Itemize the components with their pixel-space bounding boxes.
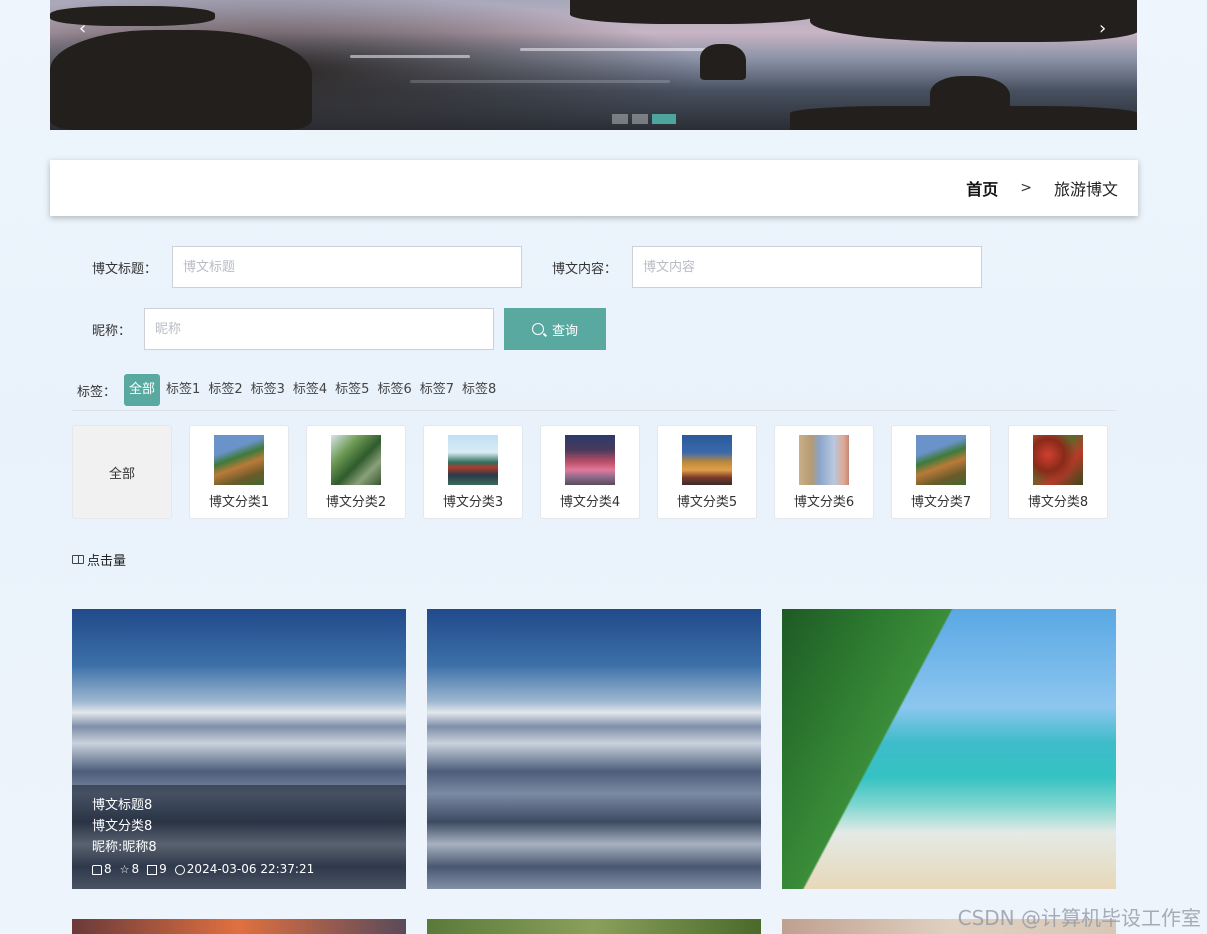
content-label: 博文内容： — [552, 262, 618, 277]
category-item[interactable]: 博文分类2 — [306, 425, 406, 519]
category-thumbnail — [799, 434, 849, 485]
clock-icon — [174, 864, 185, 875]
tag-item[interactable]: 标签2 — [204, 374, 246, 406]
category-item[interactable]: 博文分类1 — [189, 425, 289, 519]
search-button-label: 查询 — [551, 323, 578, 339]
tag-all[interactable]: 全部 — [124, 374, 161, 406]
tag-item[interactable]: 标签3 — [247, 374, 289, 406]
category-name: 博文分类2 — [325, 494, 387, 510]
category-item[interactable]: 博文分类5 — [657, 425, 757, 519]
category-thumbnail — [448, 434, 498, 485]
blog-card[interactable] — [427, 919, 761, 934]
category-thumbnail — [682, 434, 732, 485]
category-thumbnail — [214, 434, 264, 485]
category-all[interactable]: 全部 — [72, 425, 172, 519]
category-thumbnail — [1033, 434, 1083, 485]
category-name: 全部 — [108, 466, 135, 482]
rock — [570, 0, 820, 24]
tag-label: 标签： — [77, 384, 117, 400]
category-item[interactable]: 博文分类6 — [774, 425, 874, 519]
category-thumbnail — [565, 434, 615, 485]
carousel-indicators — [612, 114, 676, 124]
breadcrumb-separator: > — [1020, 180, 1032, 196]
category-thumbnail — [916, 434, 966, 485]
search-icon — [531, 323, 544, 335]
category-name: 博文分类4 — [559, 494, 621, 510]
carousel-prev-button[interactable]: ‹ — [79, 18, 86, 39]
tag-item[interactable]: 标签6 — [373, 374, 415, 406]
wave — [410, 80, 670, 83]
card-title: 博文标题8 — [92, 798, 153, 813]
breadcrumb: 首页 > 旅游博文 — [50, 160, 1138, 216]
breadcrumb-home[interactable]: 首页 — [966, 176, 998, 200]
wave — [520, 48, 720, 51]
title-label: 博文标题： — [92, 262, 158, 277]
blog-card[interactable] — [427, 609, 761, 889]
sort-by-hits[interactable]: 点击量 — [72, 550, 126, 569]
nickname-label: 昵称： — [92, 324, 132, 339]
divider — [72, 410, 1116, 411]
card-time: 2024-03-06 22:37:21 — [186, 862, 315, 876]
tag-item[interactable]: 标签7 — [416, 374, 458, 406]
category-name: 博文分类7 — [910, 494, 972, 510]
card-meta: 8 ☆ 8 9 2024-03-06 22:37:21 — [92, 859, 386, 880]
content-input[interactable] — [632, 246, 982, 288]
category-name: 博文分类5 — [676, 494, 738, 510]
blog-card[interactable] — [782, 609, 1116, 889]
category-name: 博文分类8 — [1027, 494, 1089, 510]
wave — [350, 55, 470, 58]
card-overlay: 博文标题8 博文分类8 昵称:昵称8 8 ☆ 8 9 2024-03-06 22:… — [72, 785, 406, 889]
title-input[interactable] — [172, 246, 522, 288]
card-author: 昵称:昵称8 — [92, 840, 157, 855]
carousel-dot[interactable] — [612, 114, 628, 124]
category-list: 全部 博文分类1 博文分类2 博文分类3 博文分类4 博文分类5 博文分类6 博… — [72, 425, 1108, 519]
tag-item[interactable]: 标签1 — [162, 374, 204, 406]
carousel-dot[interactable] — [632, 114, 648, 124]
tag-item[interactable]: 标签8 — [458, 374, 500, 406]
watermark: CSDN @计算机毕设工作室 — [957, 906, 1201, 930]
rock — [810, 0, 1137, 42]
category-item[interactable]: 博文分类4 — [540, 425, 640, 519]
category-item[interactable]: 博文分类7 — [891, 425, 991, 519]
favorite-count: 8 — [131, 862, 140, 876]
tag-filter: 标签： 全部 标签1 标签2 标签3 标签4 标签5 标签6 标签7 标签8 — [77, 374, 500, 406]
tag-item[interactable]: 标签4 — [289, 374, 331, 406]
sort-label: 点击量 — [87, 554, 127, 569]
search-button[interactable]: 查询 — [504, 308, 606, 350]
comment-count: 9 — [159, 862, 167, 876]
category-name: 博文分类6 — [793, 494, 855, 510]
rock — [50, 30, 312, 130]
comment-icon — [147, 864, 158, 875]
category-thumbnail — [331, 434, 381, 485]
card-category: 博文分类8 — [92, 819, 153, 834]
star-icon: ☆ — [119, 863, 130, 876]
category-item[interactable]: 博文分类3 — [423, 425, 523, 519]
rock — [50, 6, 215, 26]
category-name: 博文分类3 — [442, 494, 504, 510]
carousel-next-button[interactable]: › — [1099, 18, 1106, 39]
thumbs-up-icon — [92, 864, 102, 875]
rock — [790, 106, 1137, 130]
carousel-dot-active[interactable] — [652, 114, 676, 124]
nickname-input[interactable] — [144, 308, 494, 350]
like-count: 8 — [104, 862, 112, 876]
banner-carousel: ‹ › — [50, 0, 1137, 130]
category-name: 博文分类1 — [208, 494, 270, 510]
blog-card[interactable]: 博文标题8 博文分类8 昵称:昵称8 8 ☆ 8 9 2024-03-06 22:… — [72, 609, 406, 889]
category-item[interactable]: 博文分类8 — [1008, 425, 1108, 519]
book-icon — [72, 555, 84, 564]
tag-item[interactable]: 标签5 — [331, 374, 373, 406]
rock — [700, 44, 746, 80]
blog-card[interactable] — [72, 919, 406, 934]
breadcrumb-current: 旅游博文 — [1053, 180, 1118, 199]
